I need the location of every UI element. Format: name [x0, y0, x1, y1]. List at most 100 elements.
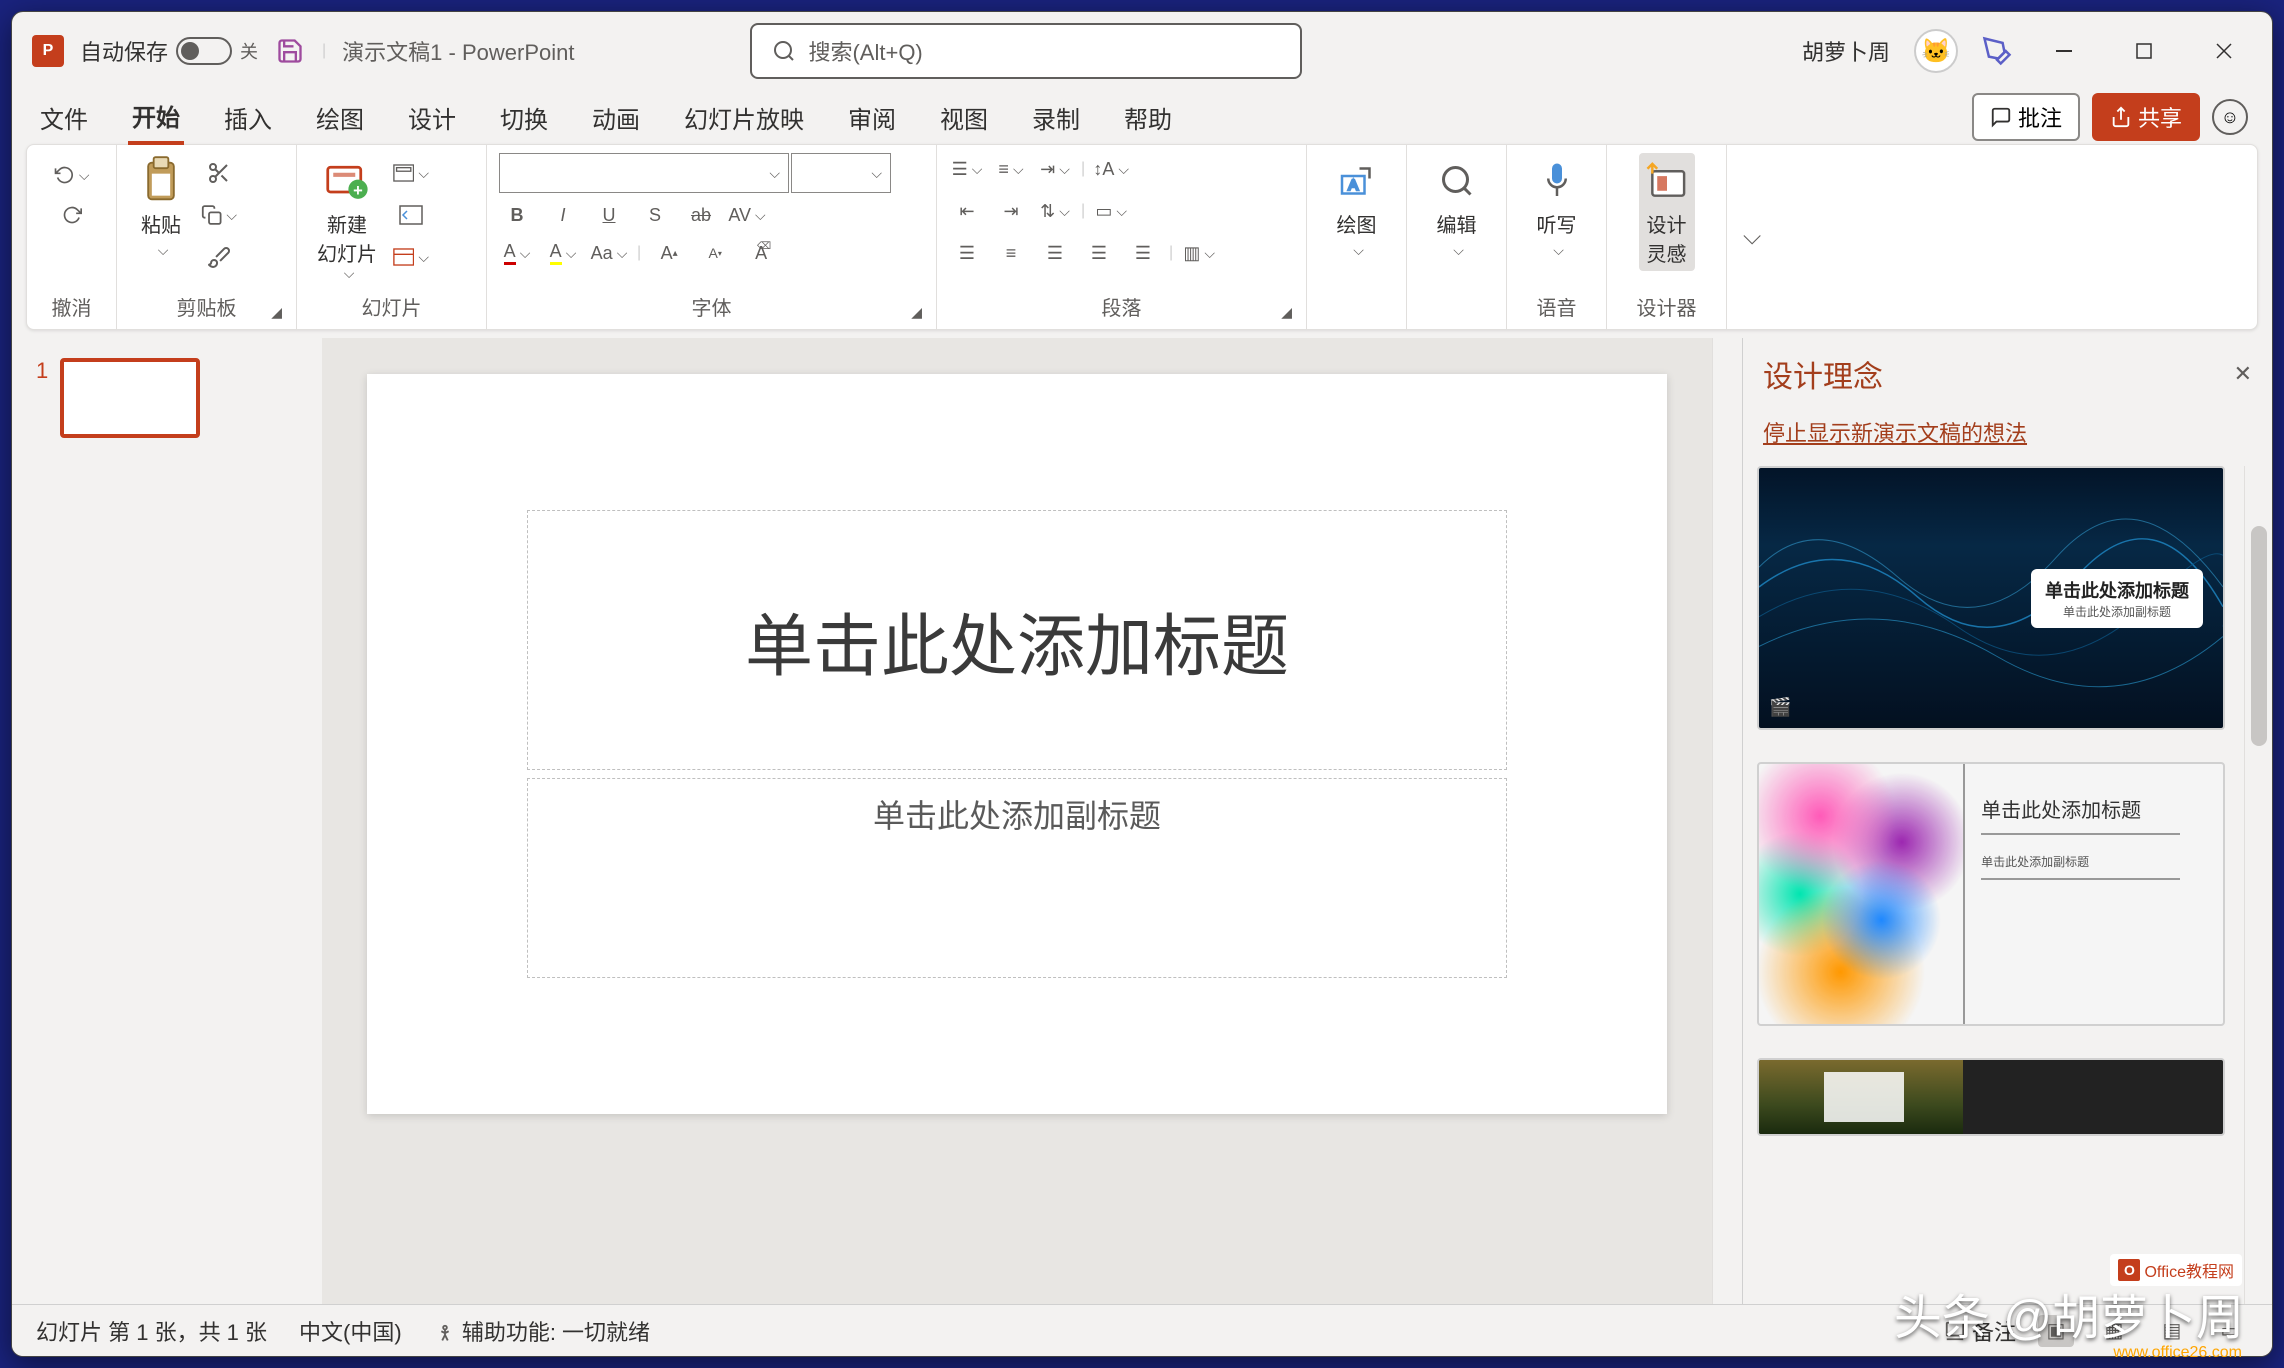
tab-view[interactable]: 视图: [936, 92, 992, 143]
app-window: P 自动保存 关 | 演示文稿1 - PowerPoint 搜索(Alt+Q) …: [11, 11, 2273, 1357]
design-idea-2[interactable]: 单击此处添加标题 单击此处添加副标题: [1757, 762, 2225, 1026]
accessibility-button[interactable]: 辅助功能: 一切就绪: [434, 1315, 650, 1347]
language-button[interactable]: 中文(中国): [299, 1315, 402, 1347]
tab-design[interactable]: 设计: [404, 92, 460, 143]
tab-record[interactable]: 录制: [1028, 92, 1084, 143]
save-button[interactable]: [274, 35, 306, 67]
font-name-combo[interactable]: ⌵: [499, 153, 789, 193]
microphone-icon: [1541, 161, 1573, 201]
group-label-font: 字体◢: [499, 288, 924, 329]
subtitle-placeholder[interactable]: 单击此处添加副标题: [527, 778, 1507, 978]
layout-icon: [393, 163, 414, 183]
columns-button[interactable]: ▥⌵: [1181, 237, 1217, 269]
pen-mode-icon[interactable]: [1982, 36, 2012, 66]
group-label-undo: 撤消: [39, 288, 104, 329]
powerpoint-icon: P: [32, 35, 64, 67]
dictate-button[interactable]: 听写 ⌵: [1525, 153, 1589, 263]
justify-button[interactable]: ☰: [1081, 237, 1117, 269]
cut-button[interactable]: [201, 157, 237, 189]
toggle-switch-icon[interactable]: [176, 37, 232, 65]
italic-button[interactable]: I: [545, 199, 581, 231]
title-placeholder[interactable]: 单击此处添加标题: [527, 510, 1507, 770]
copy-icon: [201, 203, 222, 227]
bold-button[interactable]: B: [499, 199, 535, 231]
paste-button[interactable]: 粘贴 ⌵: [129, 153, 193, 263]
comments-button[interactable]: 批注: [1972, 93, 2080, 141]
tab-slideshow[interactable]: 幻灯片放映: [680, 92, 808, 143]
feedback-button[interactable]: ☺: [2212, 99, 2248, 135]
share-button[interactable]: 共享: [2092, 93, 2200, 141]
autosave-toggle[interactable]: 自动保存 关: [80, 35, 258, 67]
align-text-button[interactable]: ▭⌵: [1093, 195, 1129, 227]
stop-ideas-link[interactable]: 停止显示新演示文稿的想法: [1743, 410, 2272, 466]
font-size-combo[interactable]: ⌵: [791, 153, 891, 193]
highlight-button[interactable]: A⌵: [545, 237, 581, 269]
pane-scrollbar[interactable]: [2244, 466, 2272, 1304]
shadow-button[interactable]: S: [637, 199, 673, 231]
design-idea-3[interactable]: [1757, 1058, 2225, 1136]
dialog-launcher-icon[interactable]: ◢: [271, 304, 282, 321]
brush-icon: [207, 245, 231, 269]
char-spacing-button[interactable]: AV⌵: [729, 199, 765, 231]
bullets-button[interactable]: ☰⌵: [949, 153, 985, 185]
slide-counter[interactable]: 幻灯片 第 1 张，共 1 张: [36, 1315, 267, 1347]
dialog-launcher-icon[interactable]: ◢: [1281, 304, 1292, 321]
group-label-placeholder: [1419, 294, 1494, 329]
align-left-button[interactable]: ☰: [949, 237, 985, 269]
line-spacing-button[interactable]: ⇅⌵: [1037, 195, 1073, 227]
numbering-button[interactable]: ≡⌵: [993, 153, 1029, 185]
font-color-button[interactable]: A⌵: [499, 237, 535, 269]
maximize-button[interactable]: [2116, 23, 2172, 79]
dialog-launcher-icon[interactable]: ◢: [911, 304, 922, 321]
align-right-button[interactable]: ☰: [1037, 237, 1073, 269]
share-icon: [2110, 106, 2132, 128]
tab-draw[interactable]: 绘图: [312, 92, 368, 143]
svg-text:A: A: [1348, 177, 1358, 194]
align-center-button[interactable]: ≡: [993, 237, 1029, 269]
vertical-scrollbar[interactable]: [1712, 338, 1742, 1304]
undo-button[interactable]: ⌵: [54, 159, 90, 191]
clear-format-button[interactable]: A⌫: [743, 237, 779, 269]
text-direction-button[interactable]: ↕A⌵: [1093, 153, 1129, 185]
increase-indent-button[interactable]: ⇥: [993, 195, 1029, 227]
change-case-button[interactable]: Aa⌵: [591, 237, 627, 269]
slide-canvas[interactable]: 单击此处添加标题 单击此处添加副标题: [322, 338, 1712, 1304]
user-name[interactable]: 胡萝卜周: [1802, 35, 1890, 67]
pane-close-button[interactable]: ✕: [2234, 361, 2252, 387]
tab-home[interactable]: 开始: [128, 90, 184, 145]
new-slide-button[interactable]: + 新建 幻灯片 ⌵: [309, 153, 385, 286]
user-avatar[interactable]: 🐱: [1914, 29, 1958, 73]
redo-button[interactable]: [54, 199, 90, 231]
strikethrough-button[interactable]: ab: [683, 199, 719, 231]
design-ideas-icon: [1645, 161, 1689, 201]
tab-insert[interactable]: 插入: [220, 92, 276, 143]
tab-animations[interactable]: 动画: [588, 92, 644, 143]
collapse-ribbon-button[interactable]: ⌵: [1743, 223, 1761, 251]
tab-help[interactable]: 帮助: [1120, 92, 1176, 143]
design-ideas-button[interactable]: 设计 灵感: [1639, 153, 1695, 271]
editing-button[interactable]: 编辑 ⌵: [1425, 153, 1489, 263]
search-input[interactable]: 搜索(Alt+Q): [750, 23, 1302, 79]
reset-button[interactable]: [393, 199, 429, 231]
underline-button[interactable]: U: [591, 199, 627, 231]
watermark-text: 头条 @胡萝卜周: [1894, 1278, 2244, 1348]
grow-font-button[interactable]: A▴: [651, 237, 687, 269]
idea1-title: 单击此处添加标题: [2045, 577, 2189, 603]
tab-review[interactable]: 审阅: [844, 92, 900, 143]
tab-file[interactable]: 文件: [36, 92, 92, 143]
design-idea-1[interactable]: 单击此处添加标题 单击此处添加副标题 🎬: [1757, 466, 2225, 730]
tab-transitions[interactable]: 切换: [496, 92, 552, 143]
layout-button[interactable]: ⌵: [393, 157, 429, 189]
close-button[interactable]: [2196, 23, 2252, 79]
format-painter-button[interactable]: [201, 241, 237, 273]
shrink-font-button[interactable]: A▾: [697, 237, 733, 269]
distribute-button[interactable]: ☰: [1125, 237, 1161, 269]
group-label-paragraph: 段落◢: [949, 288, 1294, 329]
copy-button[interactable]: ⌵: [201, 199, 237, 231]
slide-thumbnail[interactable]: 1: [36, 358, 298, 438]
section-button[interactable]: ⌵: [393, 241, 429, 273]
drawing-button[interactable]: A 绘图 ⌵: [1325, 153, 1389, 263]
minimize-button[interactable]: [2036, 23, 2092, 79]
decrease-indent-button[interactable]: ⇤: [949, 195, 985, 227]
list-level-button[interactable]: ⇥⌵: [1037, 153, 1073, 185]
